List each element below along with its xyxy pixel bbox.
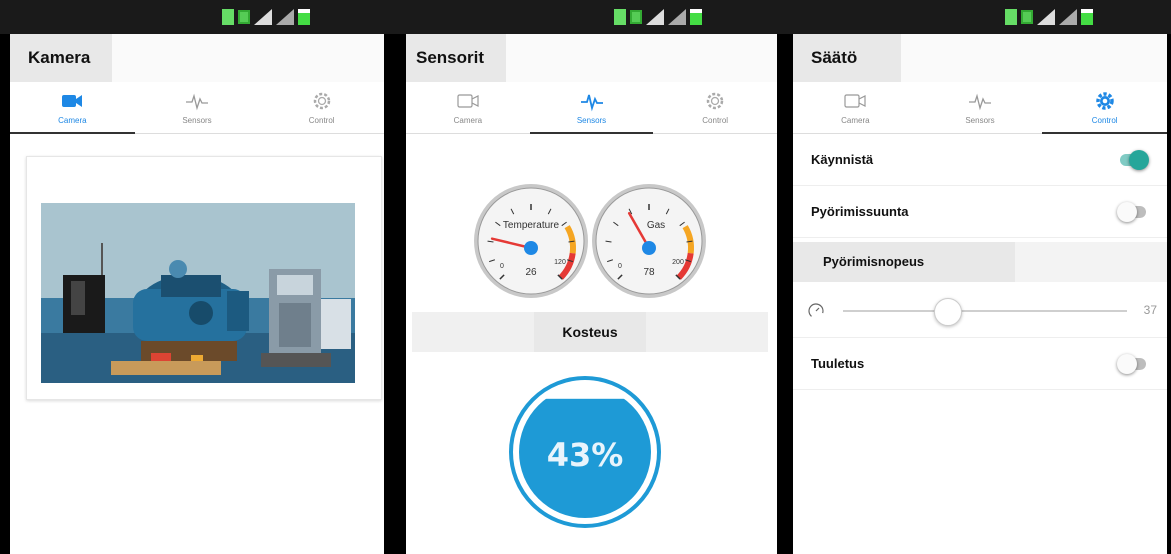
sim-icon <box>238 10 250 24</box>
tab-label: Control <box>1091 116 1118 125</box>
pulse-icon <box>580 94 603 112</box>
camera-phone: Kamera Camera Sensors Control <box>0 0 392 554</box>
gauge-caption: Temperature <box>503 220 560 231</box>
tab-control[interactable]: Control <box>653 82 777 133</box>
ventilation-toggle[interactable] <box>1117 353 1149 374</box>
tab-label: Camera <box>841 116 870 125</box>
speed-slider-thumb[interactable] <box>934 298 963 326</box>
tab-label: Camera <box>58 116 87 125</box>
data-icon <box>222 9 234 25</box>
speed-value: 37 <box>1143 303 1157 317</box>
start-label: Käynnistä <box>811 152 874 167</box>
gauge-min-label: 0 <box>500 263 504 270</box>
videocam-icon <box>844 94 866 108</box>
camera-card <box>26 156 382 400</box>
humidity-header: Kosteus <box>412 312 768 352</box>
sensors-phone: Sensorit Camera Sensors Control Temperat… <box>392 0 787 554</box>
tab-sensors[interactable]: Sensors <box>918 82 1043 133</box>
humidity-indicator: 43% <box>509 376 661 528</box>
humidity-value: 43% <box>547 436 624 474</box>
control-screen: Säätö Camera Sensors Control Käynnistä P… <box>793 34 1167 554</box>
ventilation-row: Tuuletus <box>793 338 1167 390</box>
gas-gauge: Gas 0 200 78 <box>592 184 706 298</box>
gear-icon <box>313 92 330 110</box>
signal-icon <box>668 9 686 25</box>
gauge-max-label: 200 <box>672 259 684 266</box>
signal-icon <box>1037 9 1055 25</box>
temperature-gauge: Temperature 0 120 26 <box>474 184 588 298</box>
tab-camera[interactable]: Camera <box>406 82 530 133</box>
gauges-card: Temperature 0 120 26 Gas 0 200 78 <box>412 162 768 312</box>
battery-icon <box>690 9 702 25</box>
tab-label: Camera <box>453 116 483 125</box>
gauge-value-label: 26 <box>525 267 537 278</box>
direction-label: Pyörimissuunta <box>811 204 909 219</box>
tab-label: Control <box>702 116 729 125</box>
section-title: Pyörimisnopeus <box>793 242 1015 282</box>
camera-screen: Kamera Camera Sensors Control <box>10 34 384 554</box>
pulse-icon <box>969 93 991 111</box>
start-row: Käynnistä <box>793 134 1167 186</box>
section-title: Kosteus <box>534 312 646 352</box>
control-phone: Säätö Camera Sensors Control Käynnistä P… <box>787 0 1171 554</box>
status-bar <box>787 0 1171 34</box>
signal-icon <box>1059 9 1077 25</box>
gauge-caption: Gas <box>647 220 665 231</box>
sim-icon <box>630 10 642 24</box>
tab-bar: Camera Sensors Control <box>793 82 1167 134</box>
pulse-icon <box>186 93 208 111</box>
speed-slider-track[interactable] <box>843 310 1127 312</box>
sensors-screen: Sensorit Camera Sensors Control Temperat… <box>406 34 777 554</box>
camera-feed-image <box>41 203 355 383</box>
tab-bar: Camera Sensors Control <box>406 82 777 134</box>
gear-icon <box>1095 92 1114 110</box>
tab-control[interactable]: Control <box>1042 82 1167 134</box>
signal-icon <box>646 9 664 25</box>
speedometer-icon <box>808 303 824 319</box>
tab-label: Sensors <box>182 116 212 125</box>
tab-sensors[interactable]: Sensors <box>529 82 654 134</box>
app-bar: Sensorit <box>406 34 777 82</box>
status-bar <box>0 0 392 34</box>
videocam-icon <box>62 95 83 107</box>
gauge-min-label: 0 <box>618 263 622 270</box>
direction-toggle[interactable] <box>1117 201 1149 222</box>
page-title: Sensorit <box>406 34 507 82</box>
page-title: Säätö <box>793 34 902 82</box>
battery-icon <box>1081 9 1093 25</box>
speed-header: Pyörimisnopeus <box>793 242 1167 282</box>
tab-label: Sensors <box>965 116 995 125</box>
gauge-max-label: 120 <box>554 259 566 266</box>
tab-label: Sensors <box>576 116 607 125</box>
status-bar <box>392 0 787 34</box>
app-bar: Kamera <box>10 34 384 82</box>
gauge-value-label: 78 <box>643 267 655 278</box>
tab-bar: Camera Sensors Control <box>10 82 384 134</box>
tab-label: Control <box>308 116 335 125</box>
signal-icon <box>254 9 272 25</box>
direction-row: Pyörimissuunta <box>793 186 1167 238</box>
tab-camera[interactable]: Camera <box>10 82 135 134</box>
signal-icon <box>276 9 294 25</box>
battery-icon <box>298 9 310 25</box>
tab-control[interactable]: Control <box>259 82 384 133</box>
tab-sensors[interactable]: Sensors <box>135 82 260 133</box>
sim-icon <box>1021 10 1033 24</box>
app-bar: Säätö <box>793 34 1167 82</box>
tab-camera[interactable]: Camera <box>793 82 918 133</box>
gear-icon <box>706 92 724 110</box>
speed-slider-row: 37 <box>793 282 1167 338</box>
ventilation-label: Tuuletus <box>811 356 865 371</box>
data-icon <box>614 9 626 25</box>
start-toggle[interactable] <box>1117 149 1149 170</box>
page-title: Kamera <box>10 34 113 82</box>
data-icon <box>1005 9 1017 25</box>
videocam-icon <box>457 94 479 108</box>
